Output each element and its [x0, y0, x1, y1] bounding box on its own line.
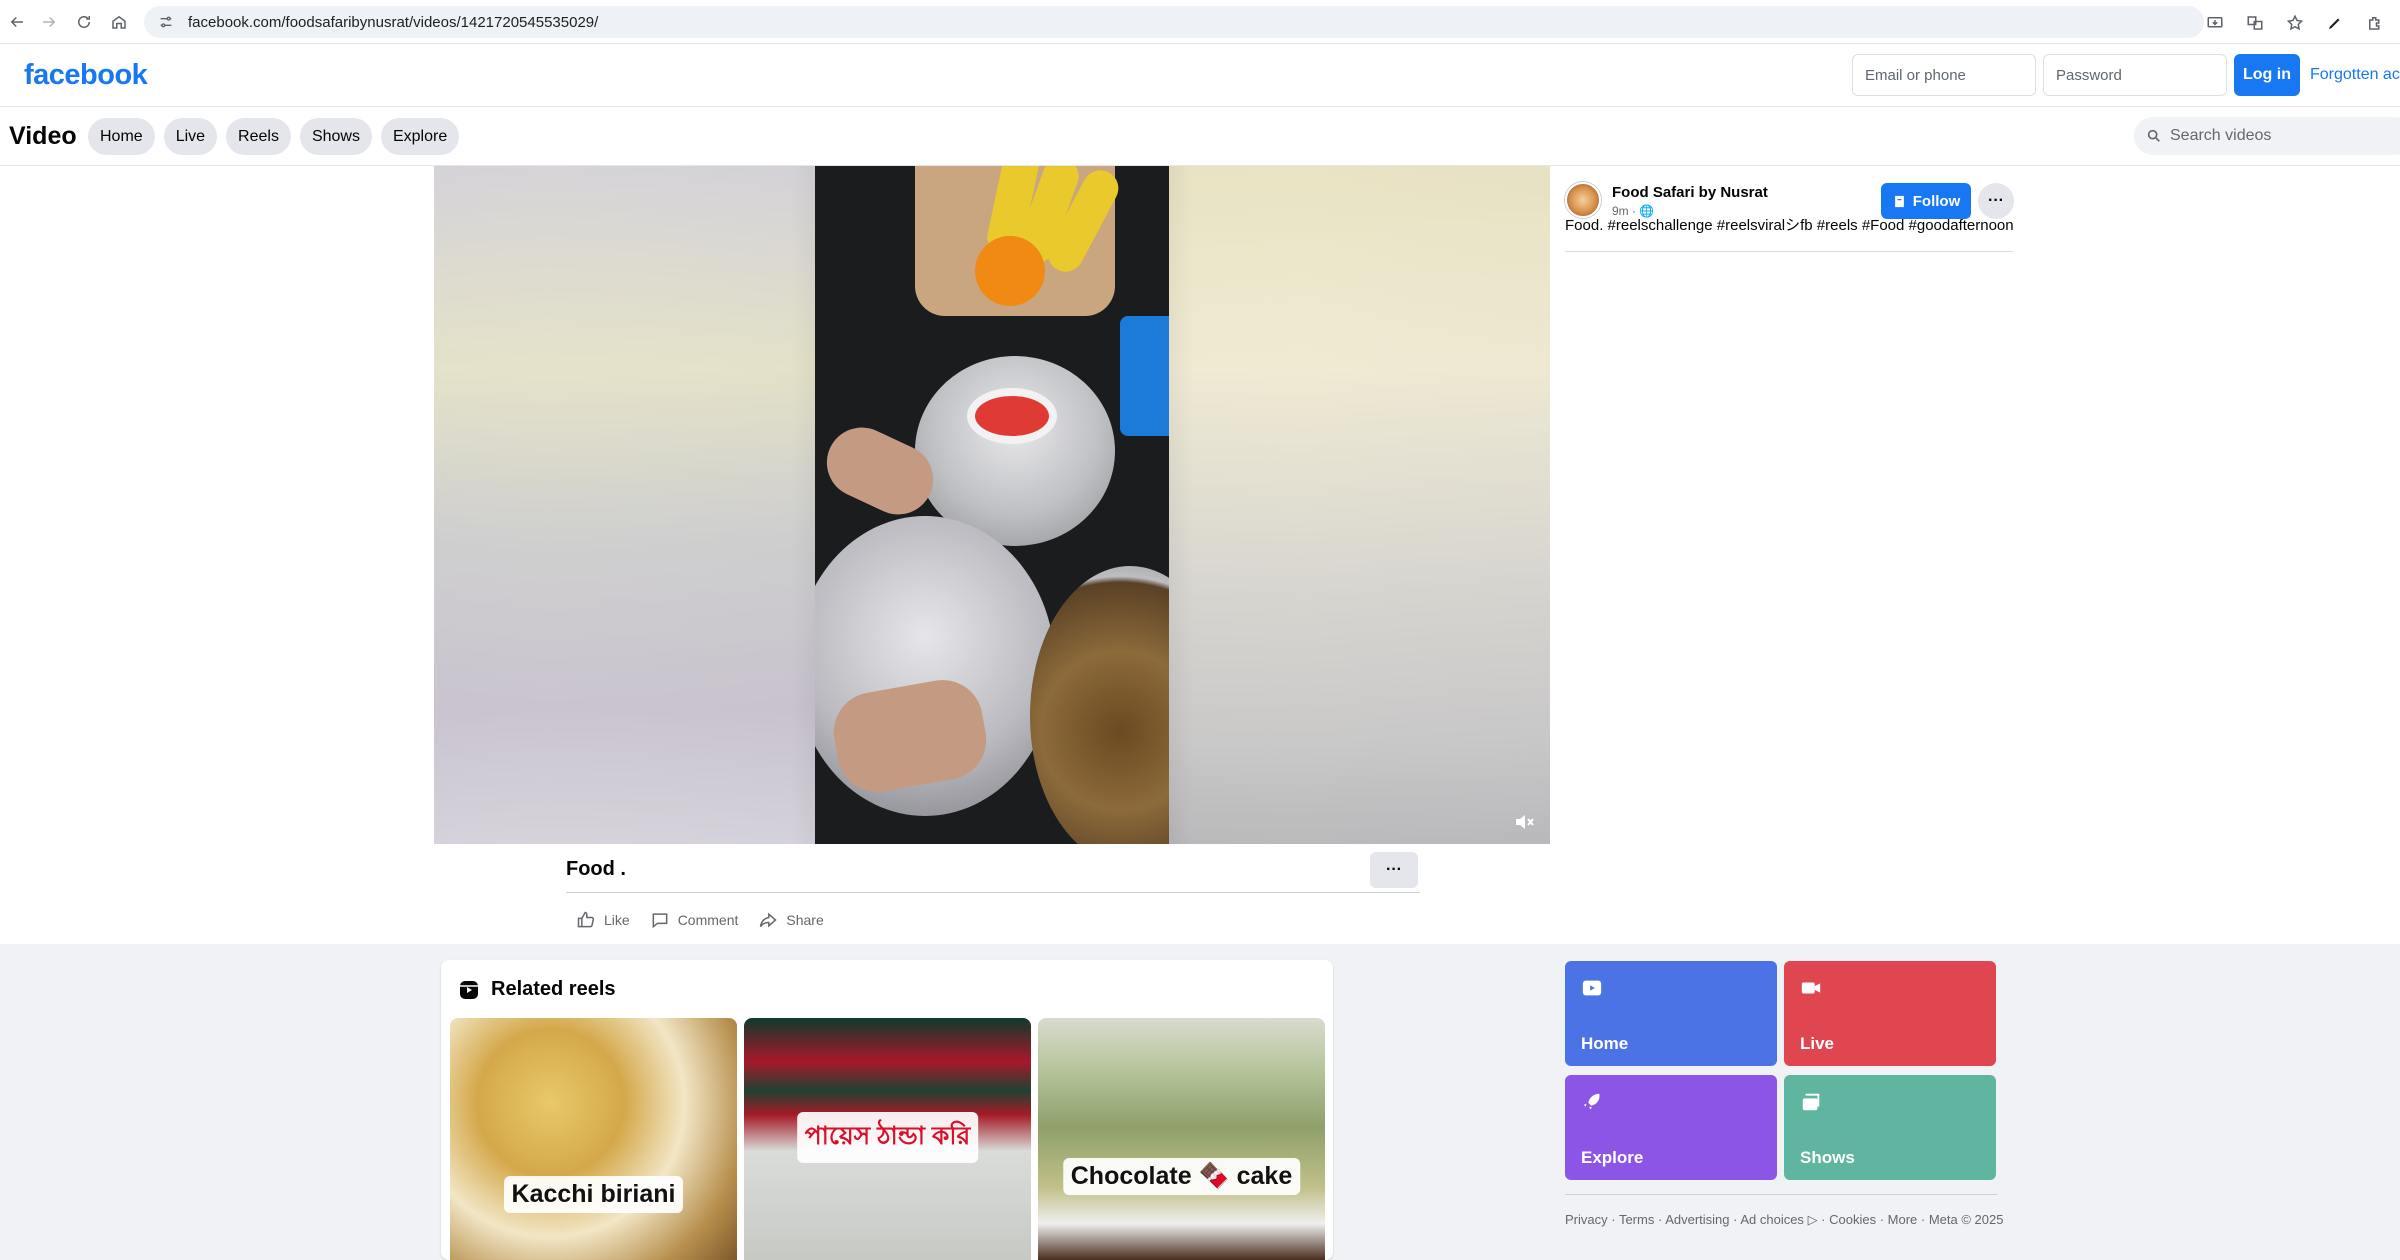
reload-icon[interactable]	[67, 5, 101, 39]
shortcut-home[interactable]: Home	[1565, 961, 1777, 1066]
ad-choices-icon: ▷	[1807, 1212, 1818, 1227]
blue-container	[1120, 316, 1169, 436]
reel-card[interactable]: Chocolate 🍫 cake	[1038, 1018, 1325, 1260]
reel-label: Kacchi biriani	[503, 1176, 684, 1213]
password-field[interactable]: Password	[2043, 54, 2227, 96]
translate-icon[interactable]	[2240, 6, 2270, 40]
search-placeholder: Search videos	[2170, 127, 2272, 144]
share-label: Share	[786, 912, 824, 928]
email-field[interactable]: Email or phone	[1852, 54, 2036, 96]
address-bar[interactable]: facebook.com/foodsafaribynusrat/videos/1…	[144, 6, 2204, 38]
video-player[interactable]	[434, 166, 1550, 844]
footer-copyright: Meta © 2025	[1928, 1212, 2004, 1227]
follow-label: Follow	[1912, 192, 1961, 210]
footer-link-cookies[interactable]: Cookies	[1829, 1212, 1876, 1227]
search-icon	[2147, 129, 2160, 142]
browser-toolbar: facebook.com/foodsafaribynusrat/videos/1…	[0, 0, 2400, 44]
tab-home[interactable]: Home	[88, 118, 155, 155]
footer-link-privacy[interactable]: Privacy	[1565, 1212, 1608, 1227]
extensions-icon[interactable]	[2360, 6, 2390, 40]
page-name[interactable]: Food Safari by Nusrat	[1612, 184, 1768, 201]
post-caption: Food. #reelschallenge #reelsviralシfb #re…	[1565, 217, 2014, 234]
orange	[975, 236, 1045, 306]
like-label: Like	[604, 912, 630, 928]
like-button[interactable]: Like	[576, 910, 630, 930]
related-reels-title: Related reels	[491, 978, 616, 1000]
video-blur-backdrop-right	[1169, 166, 1550, 844]
video-actions: Like Comment Share	[576, 910, 824, 930]
video-tabs: Home Live Reels Shows Explore	[88, 118, 460, 155]
reel-card[interactable]: পায়েস ঠান্ডা করি	[744, 1018, 1031, 1260]
video-info: Food . ··· Like Comment Share	[556, 844, 1420, 944]
footer-link-more[interactable]: More	[1888, 1212, 1918, 1227]
fb-header: facebook Email or phone Password Log in …	[0, 45, 2400, 107]
url-text: facebook.com/foodsafaribynusrat/videos/1…	[188, 13, 599, 31]
reel-label: Chocolate 🍫 cake	[1062, 1158, 1301, 1195]
tab-reels[interactable]: Reels	[226, 118, 291, 155]
play-icon	[1582, 980, 1602, 996]
avatar[interactable]	[1565, 182, 1601, 218]
install-app-icon[interactable]	[2200, 6, 2230, 40]
share-icon	[760, 912, 778, 928]
shortcut-explore[interactable]: Explore	[1565, 1075, 1777, 1180]
tab-explore[interactable]: Explore	[380, 118, 460, 155]
back-icon[interactable]	[0, 5, 34, 39]
login-button[interactable]: Log in	[2234, 54, 2300, 96]
pen-icon[interactable]	[2320, 6, 2350, 40]
tab-live[interactable]: Live	[163, 118, 218, 155]
footer-link-advertising[interactable]: Advertising	[1665, 1212, 1729, 1227]
bookmark-star-icon[interactable]	[2280, 6, 2310, 40]
video-frame[interactable]	[815, 166, 1169, 844]
shortcut-label: Live	[1800, 1034, 1835, 1053]
facebook-logo[interactable]: facebook	[24, 59, 148, 92]
live-camera-icon	[1801, 982, 1821, 994]
follow-icon	[1894, 195, 1904, 207]
comment-label: Comment	[677, 912, 739, 928]
tab-shows[interactable]: Shows	[299, 118, 372, 155]
footer-links: Privacy · Terms · Advertising · Ad choic…	[1565, 1212, 2004, 1227]
shortcut-label: Home	[1581, 1034, 1629, 1053]
divider	[1565, 1194, 1997, 1195]
reel-card[interactable]: Kacchi biriani	[450, 1018, 737, 1260]
divider	[566, 892, 1420, 893]
video-more-button[interactable]: ···	[1370, 852, 1418, 888]
search-videos-input[interactable]: Search videos	[2134, 117, 2400, 155]
comment-button[interactable]: Comment	[650, 910, 739, 930]
reel-label: পায়েস ঠান্ডা করি	[796, 1112, 979, 1163]
share-button[interactable]: Share	[758, 910, 824, 930]
site-settings-icon[interactable]	[158, 14, 174, 30]
shortcut-label: Explore	[1581, 1148, 1644, 1167]
page-title: Video	[9, 122, 77, 150]
post-header: Food Safari by Nusrat 9m · 🌐 Follow ··· …	[1565, 166, 2014, 252]
shows-icon	[1802, 1093, 1820, 1111]
video-nav-bar: Video Home Live Reels Shows Explore Sear…	[0, 108, 2400, 166]
forgot-account-link[interactable]: Forgotten acc	[2310, 66, 2400, 84]
footer-link-ad-choices[interactable]: Ad choices	[1740, 1212, 1804, 1227]
related-reels-panel: Related reels Kacchi biriani পায়েস ঠান্…	[441, 960, 1333, 1260]
home-icon[interactable]	[102, 5, 136, 39]
shortcut-shows[interactable]: Shows	[1784, 1075, 1996, 1180]
shortcut-live[interactable]: Live	[1784, 961, 1996, 1066]
video-title: Food .	[566, 858, 626, 880]
video-blur-backdrop-left	[434, 166, 815, 844]
rocket-icon	[1583, 1093, 1600, 1110]
footer-link-terms[interactable]: Terms	[1619, 1212, 1654, 1227]
comment-icon	[652, 913, 668, 929]
forward-icon[interactable]	[32, 5, 66, 39]
reels-icon	[460, 981, 478, 999]
mute-icon[interactable]	[1512, 810, 1536, 834]
tin-label	[967, 388, 1057, 444]
shortcut-label: Shows	[1800, 1148, 1855, 1167]
like-icon	[577, 911, 595, 928]
